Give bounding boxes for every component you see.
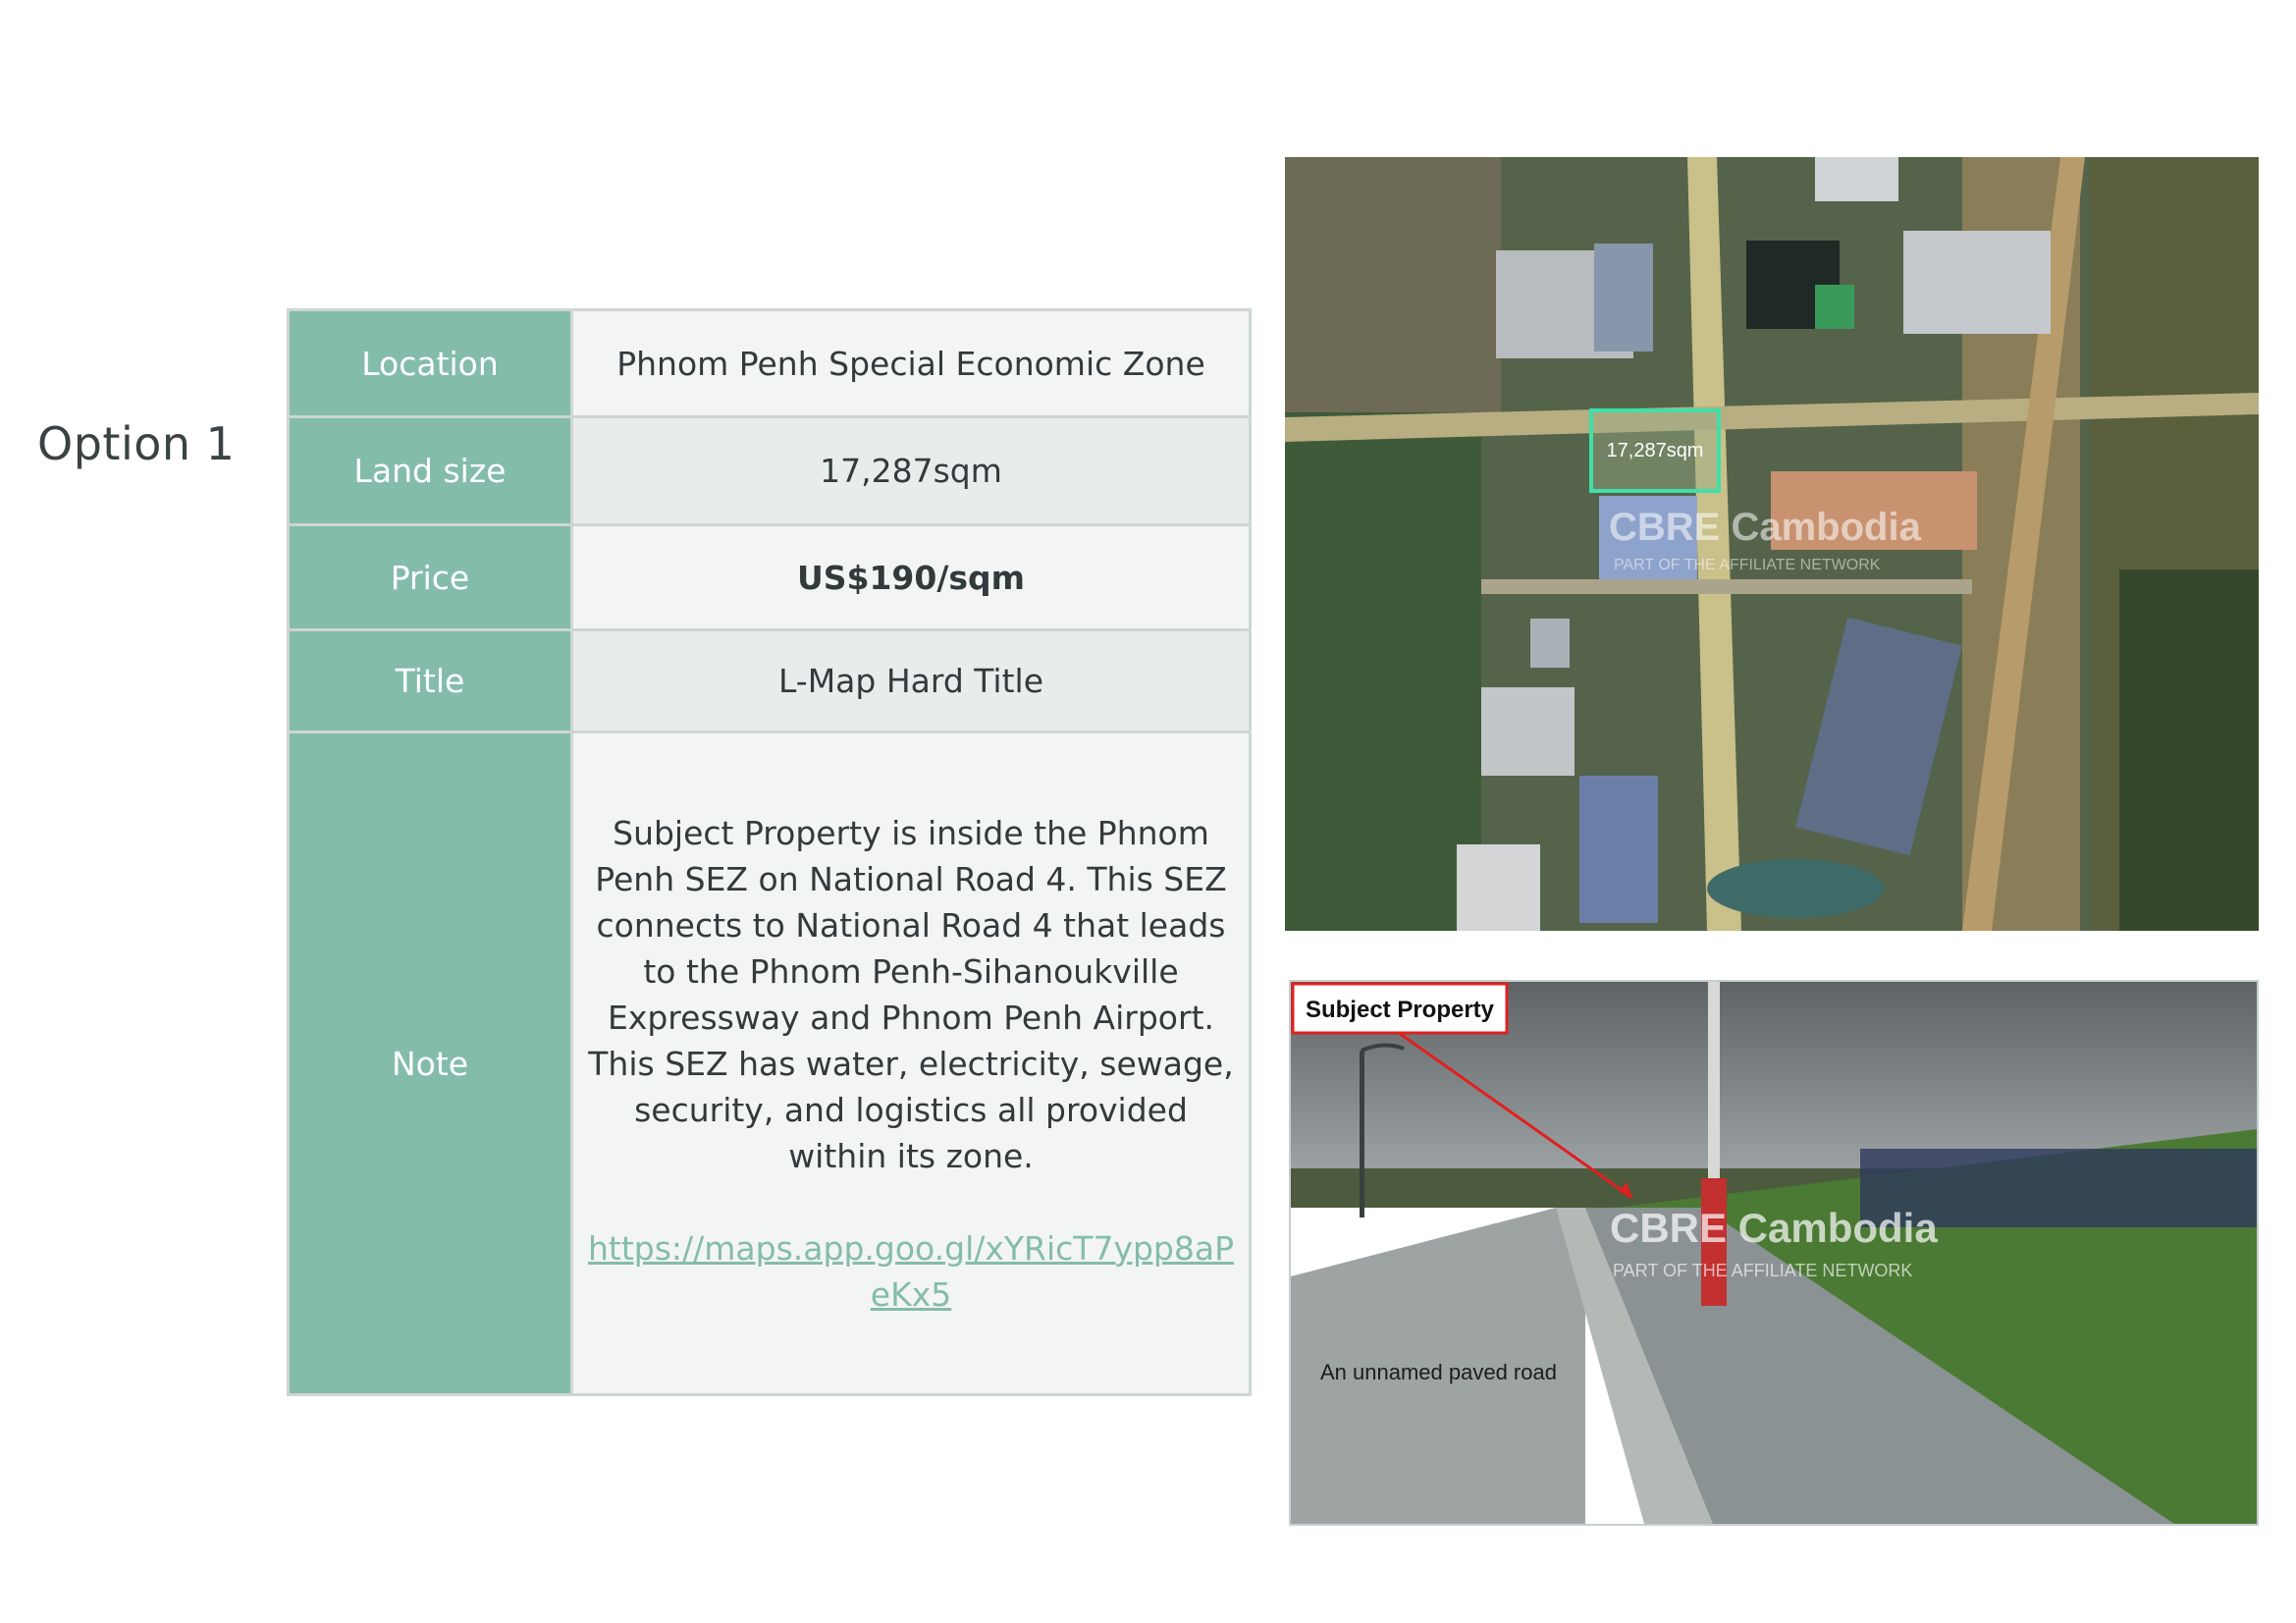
row-label-note: Note bbox=[287, 730, 573, 1396]
satellite-map-illustration: 17,287sqm CBRE Cambodia PART OF THE AFFI… bbox=[1285, 157, 2259, 931]
row-value-note: Subject Property is inside the Phnom Pen… bbox=[570, 730, 1252, 1396]
site-photo-illustration: Subject Property CBRE Cambodia PART OF T… bbox=[1291, 982, 2257, 1524]
row-label-land-size: Land size bbox=[287, 415, 573, 526]
row-value-location: Phnom Penh Special Economic Zone bbox=[570, 308, 1252, 418]
road-caption: An unnamed paved road bbox=[1320, 1360, 1557, 1384]
row-value-price: US$190/sqm bbox=[570, 523, 1252, 631]
google-maps-link[interactable]: https://maps.app.goo.gl/xYRicT7ypp8aPeKx… bbox=[573, 1225, 1249, 1318]
photo-watermark-brand: CBRE Cambodia bbox=[1610, 1205, 1938, 1251]
row-value-land-size: 17,287sqm bbox=[570, 415, 1252, 526]
property-details-table: Location Phnom Penh Special Economic Zon… bbox=[287, 308, 1252, 1396]
map-plot-label: 17,287sqm bbox=[1607, 440, 1704, 461]
table-row-location: Location Phnom Penh Special Economic Zon… bbox=[287, 308, 1252, 418]
table-row-price: Price US$190/sqm bbox=[287, 523, 1252, 631]
note-text: Subject Property is inside the Phnom Pen… bbox=[588, 813, 1234, 1175]
photo-watermark-tagline: PART OF THE AFFILIATE NETWORK bbox=[1613, 1261, 1912, 1280]
row-label-price: Price bbox=[287, 523, 573, 631]
satellite-map-image: 17,287sqm CBRE Cambodia PART OF THE AFFI… bbox=[1285, 157, 2259, 931]
option-title: Option 1 bbox=[37, 417, 236, 470]
subject-property-callout: Subject Property bbox=[1306, 997, 1495, 1023]
table-row-land-size: Land size 17,287sqm bbox=[287, 415, 1252, 526]
table-row-note: Note Subject Property is inside the Phno… bbox=[287, 730, 1252, 1396]
table-row-title: Title L-Map Hard Title bbox=[287, 628, 1252, 733]
site-photo-image: Subject Property CBRE Cambodia PART OF T… bbox=[1289, 980, 2259, 1526]
row-label-location: Location bbox=[287, 308, 573, 418]
map-watermark-tagline: PART OF THE AFFILIATE NETWORK bbox=[1614, 557, 1881, 573]
map-watermark-brand: CBRE Cambodia bbox=[1609, 506, 1922, 549]
row-value-title: L-Map Hard Title bbox=[570, 628, 1252, 733]
row-label-title: Title bbox=[287, 628, 573, 733]
